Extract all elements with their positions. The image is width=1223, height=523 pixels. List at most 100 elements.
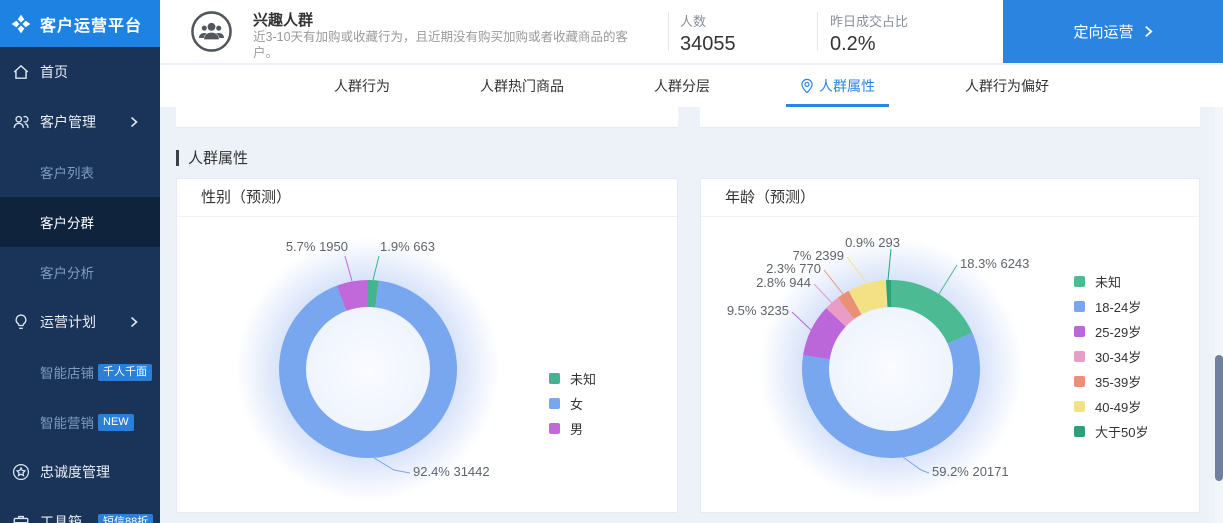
bulb-icon (12, 313, 30, 331)
stat-yesterday-deal-ratio: 昨日成交占比 0.2% (830, 11, 908, 56)
toolbox-icon (12, 513, 30, 523)
audience-header: 兴趣人群 近3-10天有加购或收藏行为，且近期没有购买加购或者收藏商品的客户。 … (160, 0, 1223, 63)
sidebar-item-smart-store[interactable]: 智能店铺 千人千面 (0, 347, 160, 397)
slice-label: 2.8% 944 (756, 275, 811, 290)
legend-item[interactable]: 18-24岁 (1074, 294, 1148, 319)
slice-label: 1.9% 663 (380, 239, 435, 254)
legend-label: 女 (570, 397, 584, 412)
app-title: 客户运营平台 (40, 17, 143, 35)
gender-legend: 未知女男 (549, 366, 596, 441)
tab-audience-attributes[interactable]: 人群属性 (786, 65, 889, 107)
gender-chart-body: 1.9% 663 92.4% 31442 5.7% 1950 未知女男 (177, 217, 677, 512)
legend-item[interactable]: 30-34岁 (1074, 344, 1148, 369)
slice-label: 0.9% 293 (845, 235, 900, 250)
legend-item[interactable]: 大于50岁 (1074, 419, 1148, 444)
legend-swatch (1074, 351, 1085, 362)
legend-swatch (549, 373, 560, 384)
tabs-bar: 人群行为 人群热门商品 人群分层 人群属性 人群行为偏好 (160, 65, 1223, 107)
divider (817, 12, 818, 51)
legend-label: 18-24岁 (1095, 300, 1142, 315)
home-icon (12, 63, 30, 81)
tab-label: 人群分层 (654, 78, 710, 94)
content-area: 人群属性 性别（预测） 1.9% 663 92.4% 31442 5.7% 1950… (160, 107, 1223, 523)
legend-label: 35-39岁 (1095, 375, 1142, 390)
legend-item[interactable]: 未知 (1074, 269, 1148, 294)
tab-audience-layering[interactable]: 人群分层 (640, 65, 724, 107)
sidebar-item-operation-plan[interactable]: 运营计划 (0, 297, 160, 347)
app-logo-icon (10, 13, 32, 35)
sidebar-item-customer-list[interactable]: 客户列表 (0, 147, 160, 197)
slice-label: 59.2% 20171 (932, 464, 1009, 479)
sidebar-item-label: 客户分析 (40, 266, 94, 281)
sidebar-item-label: 客户管理 (40, 114, 96, 130)
sidebar-item-label: 客户列表 (40, 166, 94, 181)
legend-item[interactable]: 35-39岁 (1074, 369, 1148, 394)
sidebar-item-smart-marketing[interactable]: 智能营销 NEW (0, 397, 160, 447)
stat-label: 人数 (680, 14, 707, 29)
stat-value: 34055 (680, 33, 736, 55)
slice-label: 2.3% 770 (766, 261, 821, 276)
chevron-right-icon (130, 316, 138, 328)
chevron-right-icon (130, 116, 138, 128)
legend-swatch (549, 423, 560, 434)
gender-prediction-card: 性别（预测） 1.9% 663 92.4% 31442 5.7% 1950 未知女男 (176, 178, 678, 513)
age-prediction-card: 年龄（预测） 18.3% 6243 59.2% 20171 9.5% 3235 2.8… (700, 178, 1200, 513)
users-icon (12, 113, 30, 131)
slice-label: 7% 2399 (793, 248, 844, 263)
targeted-operation-button[interactable]: 定向运营 (1003, 0, 1223, 63)
divider (668, 12, 669, 51)
tab-audience-hot-products[interactable]: 人群热门商品 (466, 65, 578, 107)
location-pin-icon (800, 78, 814, 94)
legend-item[interactable]: 女 (549, 391, 596, 416)
main-area: 兴趣人群 近3-10天有加购或收藏行为，且近期没有购买加购或者收藏商品的客户。 … (160, 0, 1223, 523)
legend-label: 未知 (570, 372, 597, 387)
app-logo[interactable]: 客户运营平台 (0, 0, 160, 47)
tab-audience-behavior[interactable]: 人群行为 (320, 65, 404, 107)
sidebar-item-label: 工具箱 (40, 514, 82, 523)
scrollbar[interactable] (1215, 107, 1223, 523)
audience-group-icon (190, 10, 233, 53)
sidebar-item-label: 首页 (40, 64, 68, 80)
smart-store-badge: 千人千面 (98, 363, 152, 381)
legend-item[interactable]: 25-29岁 (1074, 319, 1148, 344)
age-card-title: 年龄（预测） (701, 179, 1199, 217)
sidebar-item-customer-analysis[interactable]: 客户分析 (0, 247, 160, 297)
tab-label: 人群行为 (334, 78, 390, 94)
gender-card-title: 性别（预测） (177, 179, 677, 217)
tab-label: 人群属性 (819, 78, 875, 94)
audience-name: 兴趣人群 (253, 12, 314, 29)
legend-label: 大于50岁 (1095, 425, 1149, 440)
sidebar-item-label: 忠诚度管理 (40, 464, 110, 480)
section-title-text: 人群属性 (188, 150, 249, 167)
legend-item[interactable]: 40-49岁 (1074, 394, 1148, 419)
sidebar-nav: 首页 客户管理 客户列表 客户分群 客户分析 运营计划 智能店铺 千人千面 智能… (0, 47, 160, 523)
slice-label: 9.5% 3235 (727, 303, 789, 318)
sidebar-item-label: 客户分群 (40, 216, 94, 231)
legend-label: 男 (570, 422, 584, 437)
legend-swatch (1074, 401, 1085, 412)
stat-value: 0.2% (830, 33, 876, 55)
new-badge: NEW (98, 413, 134, 431)
scrollbar-thumb[interactable] (1215, 355, 1223, 481)
slice-label: 18.3% 6243 (960, 256, 1029, 271)
sms-discount-badge: 短信88折 (98, 513, 154, 523)
chevron-right-icon (1144, 25, 1153, 38)
sidebar-item-customer-management[interactable]: 客户管理 (0, 97, 160, 147)
previous-card-bottom (700, 107, 1200, 128)
audience-description: 近3-10天有加购或收藏行为，且近期没有购买加购或者收藏商品的客户。 (253, 30, 629, 60)
legend-label: 30-34岁 (1095, 350, 1142, 365)
age-legend: 未知 18-24岁 25-29岁 30-34岁 35-39岁 40-49岁大于50岁 (1074, 269, 1148, 444)
legend-item[interactable]: 未知 (549, 366, 596, 391)
sidebar-item-customer-segmentation[interactable]: 客户分群 (0, 197, 160, 247)
legend-label: 25-29岁 (1095, 325, 1142, 340)
sidebar-item-toolbox[interactable]: 工具箱 短信88折 (0, 497, 160, 523)
legend-swatch (1074, 426, 1085, 437)
sidebar-item-home[interactable]: 首页 (0, 47, 160, 97)
legend-item[interactable]: 男 (549, 416, 596, 441)
legend-label: 未知 (1095, 275, 1122, 290)
donut-glow (236, 237, 500, 501)
gender-donut-chart[interactable]: 1.9% 663 92.4% 31442 5.7% 1950 (177, 217, 679, 512)
tab-audience-behavior-preference[interactable]: 人群行为偏好 (951, 65, 1063, 107)
sidebar-item-label: 智能营销 (40, 416, 94, 431)
sidebar-item-loyalty-management[interactable]: 忠诚度管理 (0, 447, 160, 497)
